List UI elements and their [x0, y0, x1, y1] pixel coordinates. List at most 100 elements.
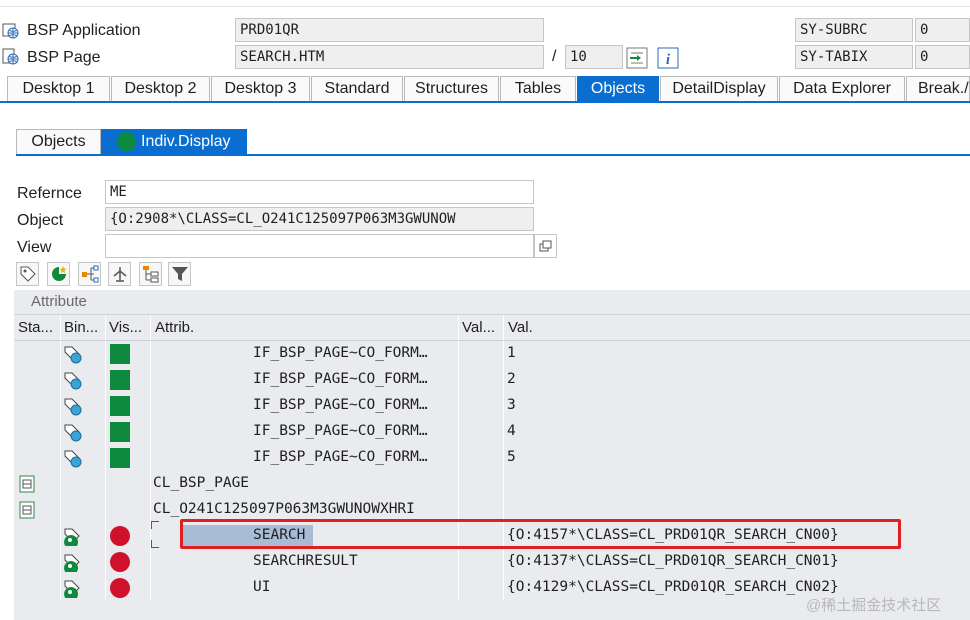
visible-square-icon — [110, 448, 130, 468]
attribute-name: UI — [253, 579, 271, 595]
tabstrip-underline — [0, 101, 970, 103]
page-count-field[interactable]: 10 — [565, 45, 623, 69]
tab-tables[interactable]: Tables — [500, 76, 576, 101]
tab-structures[interactable]: Structures — [404, 76, 499, 101]
split-icon — [113, 267, 126, 282]
attribute-name: IF_BSP_PAGE~CO_FORM… — [253, 423, 428, 439]
grid-title: Attribute — [31, 293, 87, 310]
public-attribute-icon — [64, 450, 82, 468]
active-dot-icon — [117, 132, 136, 151]
visible-square-icon — [110, 344, 130, 364]
attribute-value: {O:4137*\CLASS=CL_PRD01QR_SEARCH_CN01} — [507, 553, 839, 569]
visible-square-icon — [110, 370, 130, 390]
attribute-name: IF_BSP_PAGE~CO_FORM… — [253, 397, 428, 413]
col-header-value[interactable]: Val. — [508, 316, 808, 340]
attribute-name: IF_BSP_PAGE~CO_FORM… — [253, 449, 428, 465]
col-header-value-type[interactable]: Val... — [462, 316, 503, 340]
bsp-app-icon — [2, 22, 20, 40]
tree-button[interactable] — [139, 262, 162, 286]
public-attribute-icon — [64, 346, 82, 364]
reference-label: Refernce — [17, 185, 82, 202]
sy-tabix-value[interactable]: 0 — [915, 45, 970, 69]
tab-desktop-1[interactable]: Desktop 1 — [7, 76, 110, 101]
bsp-page-icon — [2, 48, 20, 66]
attribute-value: {O:4129*\CLASS=CL_PRD01QR_SEARCH_CN02} — [507, 579, 839, 595]
public-attribute-icon — [64, 398, 82, 416]
private-dot-icon — [110, 552, 130, 572]
private-dot-icon — [110, 578, 130, 598]
bsp-page-label: BSP Page — [27, 49, 101, 66]
col-header-status[interactable]: Sta... — [18, 316, 60, 340]
tree-icon — [142, 266, 158, 283]
top-divider — [0, 6, 970, 7]
focus-corner — [151, 540, 159, 548]
sy-subrc-value[interactable]: 0 — [915, 18, 970, 42]
subtab-indiv-display[interactable]: Indiv.Display — [101, 129, 247, 154]
attribute-value: 3 — [507, 397, 516, 413]
subtab-objects[interactable]: Objects — [16, 129, 101, 154]
col-header-visibility[interactable]: Vis... — [109, 316, 150, 340]
attribute-name: SEARCHRESULT — [253, 553, 358, 569]
attribute-name: IF_BSP_PAGE~CO_FORM… — [253, 371, 428, 387]
tab-data-explorer[interactable]: Data Explorer — [779, 76, 905, 101]
bsp-application-field[interactable]: PRD01QR — [235, 18, 544, 42]
subtab-indiv-display-label: Indiv.Display — [141, 133, 231, 150]
col-separator — [150, 316, 151, 620]
bsp-page-field[interactable]: SEARCH.HTM — [235, 45, 544, 69]
col-header-attribute[interactable]: Attrib. — [155, 316, 455, 340]
tab-objects[interactable]: Objects — [577, 76, 659, 101]
class-node-icon — [19, 501, 35, 519]
filter-icon — [171, 267, 188, 281]
hierarchy-icon — [81, 265, 98, 283]
tab-breakpoints[interactable]: Break./ — [906, 76, 970, 101]
object-reference-icon — [64, 580, 80, 598]
visible-square-icon — [110, 422, 130, 442]
view-value-help-button[interactable] — [534, 234, 557, 258]
class-name: CL_BSP_PAGE — [153, 475, 250, 491]
sy-tabix-label: SY-TABIX — [795, 45, 913, 69]
object-reference-icon — [64, 528, 80, 546]
view-label: View — [17, 239, 52, 256]
object-field[interactable]: {O:2908*\CLASS=CL_O241C125097P063M3GWUNO… — [105, 207, 534, 231]
page-slash: / — [552, 48, 557, 65]
info-icon[interactable]: i — [657, 47, 679, 69]
tab-detaildisplay[interactable]: DetailDisplay — [660, 76, 778, 101]
col-separator — [60, 316, 61, 620]
split-button[interactable] — [108, 262, 131, 286]
private-dot-icon — [110, 526, 130, 546]
subtab-underline — [16, 154, 970, 156]
object-reference-icon — [64, 554, 80, 572]
col-separator — [503, 316, 504, 620]
tag-icon — [20, 266, 36, 282]
bsp-application-label: BSP Application — [27, 22, 141, 39]
col-header-binding[interactable]: Bin... — [64, 316, 105, 340]
highlight-annotation-box — [180, 519, 901, 549]
tab-desktop-3[interactable]: Desktop 3 — [211, 76, 310, 101]
tab-standard[interactable]: Standard — [311, 76, 403, 101]
attribute-name: IF_BSP_PAGE~CO_FORM… — [253, 345, 428, 361]
public-attribute-icon — [64, 372, 82, 390]
hierarchy-button[interactable] — [78, 262, 101, 286]
view-field[interactable] — [105, 234, 534, 258]
filter-button[interactable] — [168, 262, 191, 286]
focus-corner — [151, 521, 159, 529]
object-label: Object — [17, 212, 64, 229]
class-node-icon — [19, 475, 35, 493]
tag-button[interactable] — [16, 262, 39, 286]
visible-square-icon — [110, 396, 130, 416]
attribute-value: 1 — [507, 345, 516, 361]
col-separator — [105, 316, 106, 620]
value-help-icon — [539, 240, 552, 252]
tab-desktop-2[interactable]: Desktop 2 — [111, 76, 210, 101]
attribute-value: 4 — [507, 423, 516, 439]
header-divider — [14, 340, 970, 341]
sy-subrc-label: SY-SUBRC — [795, 18, 913, 42]
grid-title-divider — [14, 314, 970, 315]
attribute-value: 2 — [507, 371, 516, 387]
pie-star-button[interactable] — [47, 262, 70, 286]
reference-field[interactable]: ME — [105, 180, 534, 204]
pie-star-icon — [51, 266, 67, 281]
public-attribute-icon — [64, 424, 82, 442]
col-separator — [458, 316, 459, 620]
navigate-icon[interactable] — [626, 47, 648, 69]
